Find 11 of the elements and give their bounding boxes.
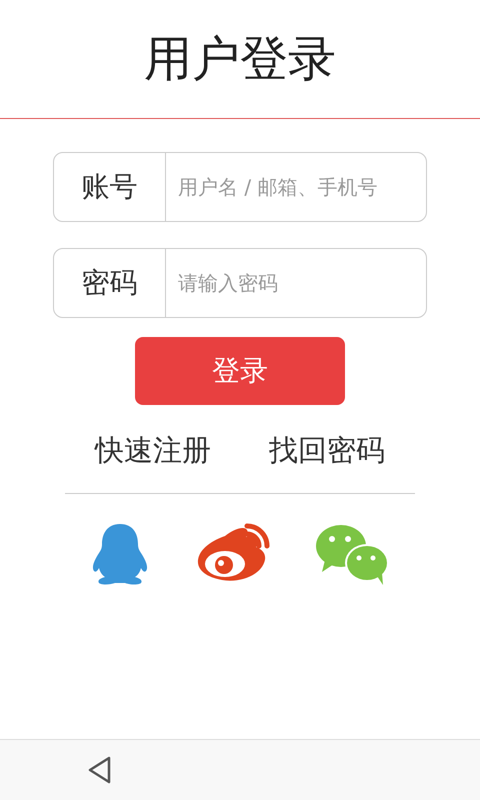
page-title: 用户登录 — [144, 30, 336, 89]
input-field[interactable]: 请输入密码 — [166, 249, 426, 317]
login-button[interactable]: 登录 — [135, 337, 345, 405]
text-link[interactable]: 快速注册 — [95, 431, 211, 471]
field-label: 密码 — [54, 249, 166, 317]
login-field[interactable]: 账号 用户名 / 邮箱、手机号 — [53, 152, 427, 222]
login-field[interactable]: 密码 请输入密码 — [53, 248, 427, 318]
back-icon[interactable] — [87, 755, 113, 785]
text-link[interactable]: 找回密码 — [269, 431, 385, 471]
input-field[interactable]: 用户名 / 邮箱、手机号 — [166, 153, 426, 221]
field-label: 账号 — [54, 153, 166, 221]
